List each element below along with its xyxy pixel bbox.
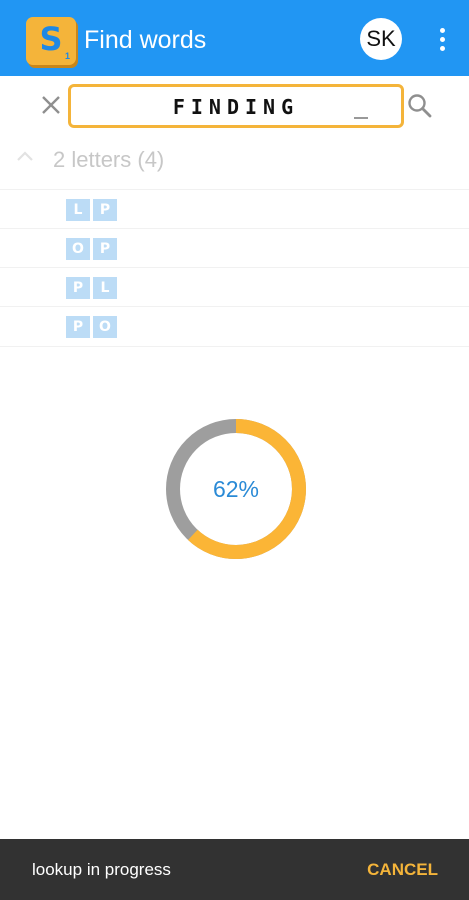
close-icon[interactable] xyxy=(38,92,64,118)
list-item[interactable]: P L xyxy=(0,267,469,307)
app-title: Find words xyxy=(84,26,207,54)
logo-letter: S xyxy=(39,20,63,58)
list-item[interactable]: L P xyxy=(0,189,469,229)
progress-label: 62% xyxy=(212,476,260,502)
letter-tile: P xyxy=(93,199,117,221)
letter-tile: O xyxy=(66,238,90,260)
app-logo: S 1 xyxy=(26,17,76,65)
chevron-up-icon[interactable] xyxy=(14,148,36,166)
search-input[interactable]: FINDING xyxy=(71,87,401,125)
search-icon[interactable] xyxy=(406,92,434,120)
word-tiles: L P xyxy=(66,199,117,221)
search-field-container[interactable]: FINDING xyxy=(68,84,404,128)
letter-tile: P xyxy=(66,316,90,338)
letter-tile: O xyxy=(93,316,117,338)
word-tiles: P O xyxy=(66,316,117,338)
logo-subscript: 1 xyxy=(64,51,70,61)
word-tiles: O P xyxy=(66,238,117,260)
word-tiles: P L xyxy=(66,277,117,299)
letter-tile: P xyxy=(93,238,117,260)
text-cursor xyxy=(354,117,368,119)
app-bar: S 1 Find words SK xyxy=(0,0,469,76)
section-title[interactable]: 2 letters (4) xyxy=(53,146,164,174)
letter-tile: P xyxy=(66,277,90,299)
letter-tile: L xyxy=(66,199,90,221)
cancel-button[interactable]: CANCEL xyxy=(367,859,438,881)
avatar[interactable]: SK xyxy=(360,18,402,60)
snackbar-message: lookup in progress xyxy=(32,860,171,879)
list-item[interactable]: O P xyxy=(0,228,469,268)
list-item[interactable]: P O xyxy=(0,306,469,347)
more-options-icon[interactable] xyxy=(432,26,452,54)
snackbar: lookup in progress CANCEL xyxy=(0,839,469,900)
letter-tile: L xyxy=(93,277,117,299)
